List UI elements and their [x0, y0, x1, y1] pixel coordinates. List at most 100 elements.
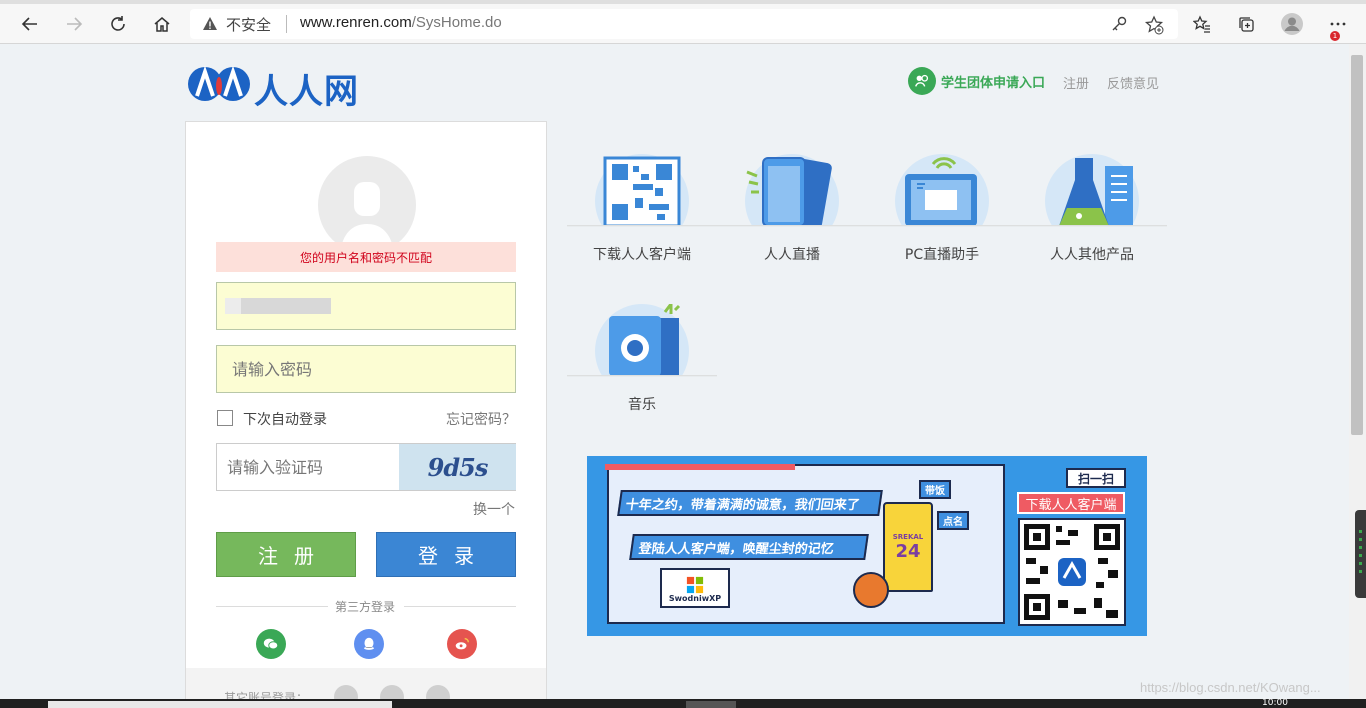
product-shelf — [867, 225, 1017, 227]
login-button[interactable]: 登录 — [376, 532, 516, 577]
profile-avatar-icon — [1281, 13, 1303, 35]
banner-headline-1: 十年之约，带着满满的诚意，我们回来了 — [617, 490, 883, 516]
banner-tag-1: 带饭 — [919, 480, 951, 499]
favorites-button[interactable] — [1186, 8, 1218, 40]
security-label: 不安全 — [226, 16, 272, 34]
jersey-name: SREKAL — [892, 532, 924, 541]
scrollbar-thumb[interactable] — [1351, 55, 1363, 435]
back-button[interactable] — [14, 8, 46, 40]
header-register-link[interactable]: 注册 — [1063, 73, 1089, 92]
scan-label: 扫一扫 — [1066, 468, 1126, 488]
url-path: /SysHome.do — [411, 14, 502, 31]
captcha-input[interactable] — [217, 444, 399, 490]
key-icon[interactable] — [1110, 15, 1128, 33]
forward-button[interactable] — [58, 8, 90, 40]
weibo-login-button[interactable] — [447, 629, 477, 659]
product-label: 人人其他产品 — [1050, 247, 1134, 263]
profile-button[interactable] — [1276, 8, 1308, 40]
collections-icon — [1239, 17, 1254, 32]
banner-frame-accent — [605, 464, 795, 470]
qr-code-image — [1018, 518, 1126, 626]
omnibox-divider — [286, 15, 287, 33]
student-group-icon — [908, 67, 936, 95]
windows-logo-icon — [686, 576, 704, 594]
password-field[interactable] — [216, 345, 516, 393]
browser-toolbar: 不安全 www.renren.com/SysHome.do 1 — [0, 4, 1366, 44]
url-host: www.renren.com — [300, 14, 412, 31]
warning-icon — [203, 17, 217, 30]
url-text[interactable]: www.renren.com/SysHome.do — [300, 14, 502, 31]
product-shelf — [567, 225, 717, 227]
jersey-number: 24 — [895, 540, 921, 562]
download-client-tag: 下载人人客户端 — [1017, 492, 1125, 514]
divider-right — [404, 606, 516, 607]
divider-left — [216, 606, 328, 607]
product-label: PC直播助手 — [904, 247, 980, 263]
forward-arrow-icon — [67, 17, 83, 31]
more-menu-button[interactable]: 1 — [1322, 8, 1354, 41]
login-error-message: 您的用户名和密码不匹配 — [216, 242, 516, 272]
taskbar-item[interactable] — [686, 701, 736, 708]
back-arrow-icon — [21, 17, 37, 31]
product-label: 下载人人客户端 — [593, 247, 691, 263]
taskbar-active-window[interactable] — [48, 701, 392, 708]
register-button[interactable]: 注册 — [216, 532, 356, 577]
home-icon — [154, 17, 170, 32]
reload-button[interactable] — [102, 8, 134, 40]
product-shelf — [717, 225, 867, 227]
banner-headline-2: 登陆人人客户端，唤醒尘封的记忆 — [629, 534, 869, 560]
basketball-icon — [853, 572, 889, 608]
phone-live-icon — [745, 154, 839, 226]
auto-login-checkbox[interactable] — [217, 410, 233, 426]
collections-button[interactable] — [1230, 8, 1262, 40]
weibo-icon — [455, 637, 470, 650]
favorites-list-icon — [1193, 15, 1210, 33]
third-party-login-label: 第三方登录 — [335, 600, 396, 614]
address-bar[interactable]: 不安全 www.renren.com/SysHome.do — [190, 9, 1178, 39]
product-music[interactable]: 音乐 — [567, 304, 717, 434]
add-favorite-icon[interactable] — [1144, 15, 1164, 35]
username-redacted-core — [241, 298, 331, 314]
home-button[interactable] — [146, 8, 178, 40]
username-field[interactable] — [216, 282, 516, 330]
banner-laptop-text: SwodniwXP — [668, 594, 722, 603]
banner-jersey: SREKAL 24 — [883, 502, 933, 592]
product-shelf — [567, 375, 717, 377]
notification-badge: 1 — [1330, 31, 1340, 41]
student-group-label: 学生团体申请入口 — [941, 75, 1046, 91]
wechat-icon — [263, 638, 279, 650]
product-shelf — [1017, 225, 1167, 227]
more-dots-icon — [1330, 22, 1346, 26]
promo-banner[interactable]: 十年之约，带着满满的诚意，我们回来了 登陆人人客户端，唤醒尘封的记忆 Swodn… — [587, 456, 1147, 636]
qq-login-button[interactable] — [354, 629, 384, 659]
flask-icon — [1045, 154, 1139, 226]
taskbar-clock: 10:00 — [1262, 698, 1288, 708]
wechat-login-button[interactable] — [256, 629, 286, 659]
banner-tag-2: 点名 — [937, 511, 969, 530]
default-avatar — [318, 156, 416, 254]
product-live[interactable]: 人人直播 — [717, 154, 867, 284]
banner-laptop: SwodniwXP — [660, 568, 730, 608]
feedback-link[interactable]: 反馈意见 — [1107, 73, 1159, 92]
refresh-captcha-link[interactable]: 换一个 — [473, 499, 515, 519]
password-input[interactable] — [217, 346, 515, 392]
forgot-password-link[interactable]: 忘记密码？ — [446, 409, 516, 429]
reload-icon — [111, 16, 125, 31]
auto-login-label[interactable]: 下次自动登录 — [243, 409, 327, 429]
side-panel-handle[interactable] — [1355, 510, 1366, 598]
captcha-field: 9d5s — [216, 443, 516, 491]
qq-penguin-icon — [363, 637, 375, 650]
qr-code-icon — [595, 154, 689, 226]
qr-code-icon — [1024, 524, 1120, 620]
product-download-client[interactable]: 下载人人客户端 — [567, 154, 717, 284]
pc-monitor-icon — [895, 154, 989, 226]
product-pc-live-helper[interactable]: PC直播助手 — [867, 154, 1017, 284]
speaker-icon — [595, 304, 689, 376]
product-label: 人人直播 — [764, 247, 820, 263]
captcha-image[interactable]: 9d5s — [399, 444, 516, 490]
logo-text: 人人网 — [254, 72, 359, 112]
watermark-text: https://blog.csdn.net/KOwang... — [1140, 680, 1321, 695]
product-label: 音乐 — [628, 397, 656, 413]
product-other[interactable]: 人人其他产品 — [1017, 154, 1167, 284]
student-group-link[interactable]: 学生团体申请入口 — [908, 67, 1045, 95]
